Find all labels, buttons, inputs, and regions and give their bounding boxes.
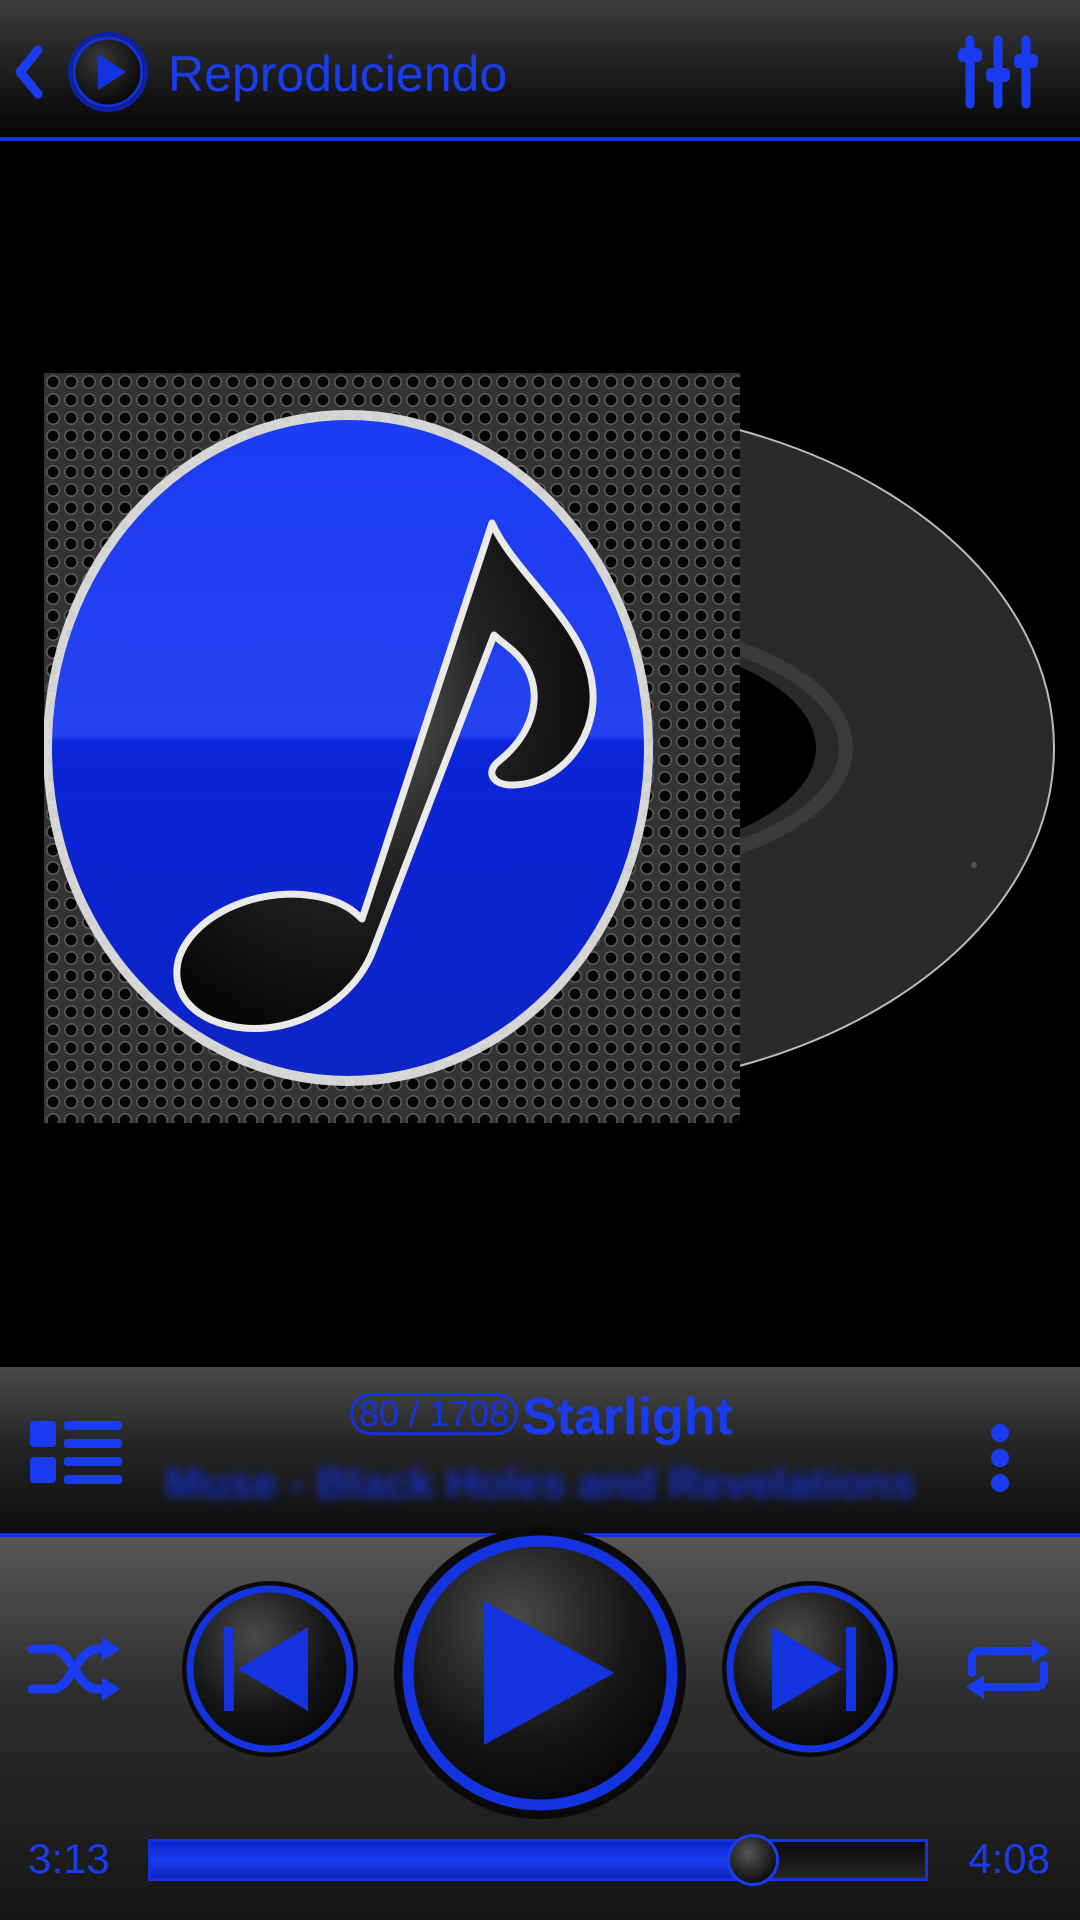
seek-bar[interactable] [148,1834,928,1886]
album-cover[interactable] [44,373,740,1123]
skip-next-icon[interactable] [720,1579,900,1759]
now-playing-info: 80 / 1708 Starlight Muse - Black Holes a… [0,1367,1080,1537]
artist-album-label: Muse - Black Holes and Revelations [164,1459,916,1508]
play-circle-icon [68,32,148,112]
equalizer-sliders-icon[interactable] [956,34,1040,110]
repeat-icon[interactable] [962,1637,1054,1701]
play-icon[interactable] [392,1525,688,1821]
total-time: 4:08 [968,1835,1050,1882]
seek-thumb[interactable] [727,1834,780,1886]
chevron-left-icon[interactable] [8,42,48,102]
playback-controls: 3:13 4:08 [0,1527,1080,1920]
album-art-area [0,145,1080,1367]
shuffle-icon[interactable] [28,1637,120,1701]
song-title: Starlight [522,1388,733,1446]
elapsed-time: 3:13 [28,1835,110,1882]
top-app-bar: Reproduciendo [0,0,1080,141]
track-position-badge: 80 / 1708 [350,1393,519,1435]
more-vertical-icon[interactable] [986,1423,1014,1493]
page-title: Reproduciendo [168,46,508,102]
skip-previous-icon[interactable] [180,1579,360,1759]
seek-bar-fill [151,1842,754,1878]
